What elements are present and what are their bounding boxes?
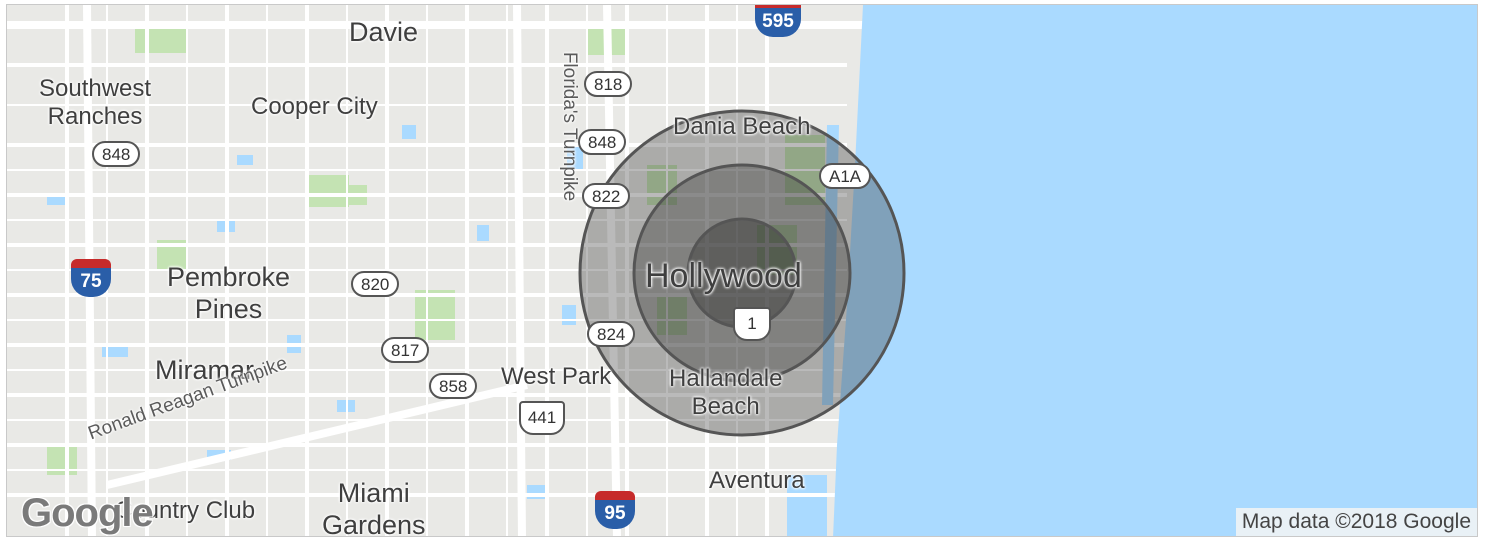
route-shield-820: 820 [351, 271, 400, 297]
road-label-floridas-turnpike: Florida's Turnpike [559, 51, 581, 202]
route-shield-848: 848 [578, 129, 627, 155]
google-logo[interactable]: Google [21, 491, 154, 536]
ocean [833, 5, 1477, 536]
city-label-davie: Davie [349, 17, 419, 47]
city-label-miami-gardens: Miami Gardens [322, 478, 426, 537]
route-shield-817: 817 [381, 337, 430, 363]
route-shield-848: 848 [92, 141, 141, 167]
city-label-west-park: West Park [501, 363, 612, 390]
interstate-shield-595: 595 [755, 5, 801, 37]
map-canvas[interactable]: Davie Southwest Ranches Cooper City Dani… [6, 4, 1478, 537]
city-label-hollywood: Hollywood [645, 257, 802, 295]
city-label-southwest-ranches: Southwest Ranches [39, 75, 152, 130]
map-attribution[interactable]: Map data ©2018 Google [1235, 508, 1477, 536]
city-label-pembroke-pines: Pembroke Pines [167, 262, 291, 324]
route-shield-824: 824 [587, 321, 636, 347]
route-shield-822: 822 [582, 183, 631, 209]
city-label-cooper-city: Cooper City [251, 93, 378, 120]
city-label-dania-beach: Dania Beach [673, 113, 811, 140]
us-route-shield-1: 1 [733, 307, 771, 341]
interstate-shield-95: 95 [595, 491, 635, 529]
route-shield-818: 818 [584, 71, 633, 97]
city-label-aventura: Aventura [709, 467, 805, 494]
route-shield-a1a: A1A [819, 163, 872, 189]
interstate-shield-75: 75 [71, 259, 111, 297]
route-shield-858: 858 [429, 373, 478, 399]
us-route-shield-441: 441 [519, 401, 565, 435]
city-label-hallandale-beach: Hallandale Beach [669, 365, 783, 420]
